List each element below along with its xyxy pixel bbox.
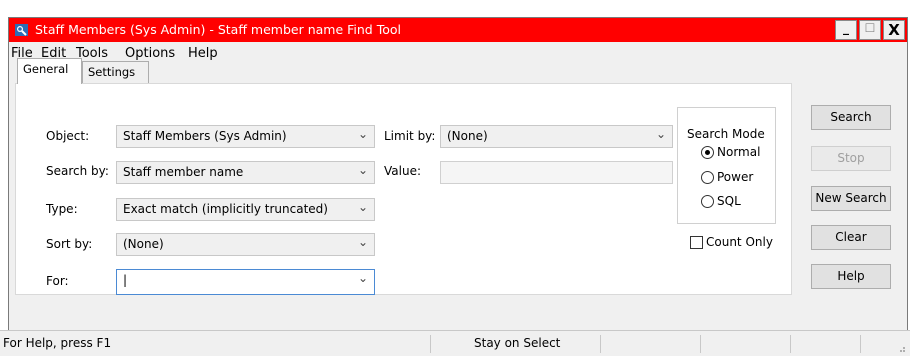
status-divider [600, 335, 601, 353]
type-select[interactable]: Exact match (implicitly truncated) ⌄ [116, 198, 375, 221]
search-by-select-value: Staff member name [123, 165, 244, 179]
for-label: For: [46, 274, 69, 288]
normal-radio-label[interactable]: Normal [717, 145, 760, 159]
chevron-down-icon: ⌄ [357, 127, 368, 141]
title-bar[interactable]: Staff Members (Sys Admin) - Staff member… [9, 18, 907, 42]
chevron-down-icon: ⌄ [357, 163, 368, 177]
limit-by-select[interactable]: (None) ⌄ [440, 125, 673, 148]
count-only-label[interactable]: Count Only [706, 235, 773, 249]
sort-by-select[interactable]: (None) ⌄ [116, 233, 375, 256]
close-button[interactable]: X [883, 20, 905, 40]
chevron-down-icon: ⌄ [357, 271, 368, 285]
sort-by-label: Sort by: [46, 237, 93, 251]
limit-by-select-value: (None) [447, 129, 488, 143]
chevron-down-icon: ⌄ [655, 127, 666, 141]
status-divider [790, 335, 791, 353]
power-radio[interactable] [701, 171, 714, 184]
for-input-value: | [123, 273, 128, 287]
clear-button[interactable]: Clear [811, 225, 891, 250]
status-divider [430, 335, 431, 353]
value-input[interactable] [440, 161, 673, 184]
search-by-label: Search by: [46, 164, 109, 178]
staff-finder-icon [15, 24, 28, 36]
value-label: Value: [384, 164, 421, 178]
chevron-down-icon: ⌄ [357, 200, 368, 214]
tab-settings[interactable]: Settings [82, 61, 149, 83]
normal-radio[interactable] [701, 146, 714, 159]
count-only-checkbox[interactable] [690, 236, 703, 249]
search-button[interactable]: Search [811, 105, 891, 130]
tab-general[interactable]: General [17, 58, 82, 84]
status-divider [860, 335, 861, 353]
object-select[interactable]: Staff Members (Sys Admin) ⌄ [116, 125, 375, 148]
status-mode-text: Stay on Select [474, 336, 561, 350]
menu-options[interactable]: Options [125, 46, 175, 61]
minimize-button[interactable]: _ [835, 20, 857, 40]
help-button[interactable]: Help [811, 264, 891, 289]
status-bar: For Help, press F1 Stay on Select [0, 330, 910, 356]
window-title: Staff Members (Sys Admin) - Staff member… [35, 22, 401, 37]
menu-help[interactable]: Help [188, 46, 218, 61]
sort-by-select-value: (None) [123, 237, 164, 251]
type-select-value: Exact match (implicitly truncated) [123, 202, 328, 216]
status-help-text: For Help, press F1 [3, 336, 112, 350]
limit-by-label: Limit by: [384, 129, 436, 143]
type-label: Type: [46, 202, 78, 216]
for-input[interactable]: | ⌄ [116, 269, 375, 295]
chevron-down-icon: ⌄ [357, 235, 368, 249]
search-mode-title: Search Mode [686, 127, 766, 141]
sql-radio[interactable] [701, 195, 714, 208]
resize-grip-icon[interactable] [896, 343, 906, 353]
power-radio-label[interactable]: Power [717, 170, 753, 184]
stop-button[interactable]: Stop [811, 146, 891, 171]
search-by-select[interactable]: Staff member name ⌄ [116, 161, 375, 184]
object-label: Object: [46, 129, 90, 143]
general-panel [15, 83, 792, 295]
sql-radio-label[interactable]: SQL [717, 194, 741, 208]
object-select-value: Staff Members (Sys Admin) [123, 129, 287, 143]
new-search-button[interactable]: New Search [811, 186, 891, 211]
status-divider [700, 335, 701, 353]
maximize-button[interactable]: ☐ [859, 20, 881, 40]
